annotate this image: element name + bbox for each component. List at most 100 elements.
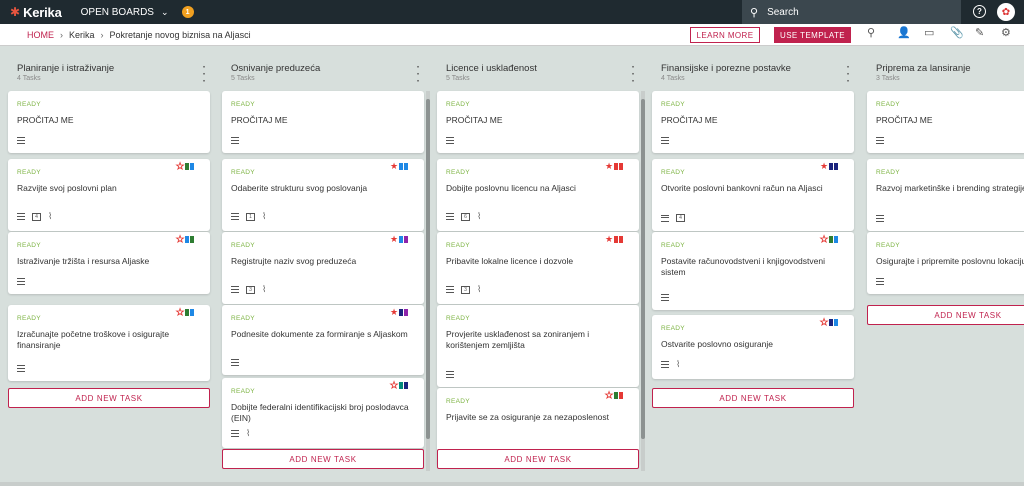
card-icons: 6 ⌇ xyxy=(446,211,481,222)
column-title[interactable]: Osnivanje preduzeća xyxy=(231,54,424,74)
star-icon[interactable]: ★ xyxy=(176,234,185,244)
task-card[interactable]: ★ READY Dobijte federalni identifikacijs… xyxy=(222,378,424,448)
star-icon[interactable]: ★ xyxy=(820,162,828,171)
breadcrumb-home[interactable]: HOME xyxy=(27,30,54,40)
search-board-icon[interactable]: ⚲ xyxy=(867,28,875,39)
description-icon xyxy=(876,215,884,222)
breadcrumb-account[interactable]: Kerika xyxy=(69,30,95,40)
task-title[interactable]: Dobijte poslovnu licencu na Aljasci xyxy=(446,183,629,194)
help-icon[interactable]: ? xyxy=(973,5,986,18)
task-card[interactable]: READY Osigurajte i pripremite poslovnu l… xyxy=(867,232,1024,294)
notification-badge[interactable]: 1 xyxy=(181,6,194,18)
task-title[interactable]: Podnesite dokumente za formiranje s Alja… xyxy=(231,329,414,340)
task-card[interactable]: READY PROČITAJ ME xyxy=(652,91,854,153)
task-title[interactable]: Ostvarite poslovno osiguranje xyxy=(661,339,844,350)
tools-icon[interactable]: ✎ xyxy=(975,28,984,39)
kerika-logo[interactable]: ✱ Kerika xyxy=(10,5,62,20)
add-new-task-button[interactable]: ADD NEW TASK xyxy=(867,305,1024,325)
task-title[interactable]: PROČITAJ ME xyxy=(446,115,629,126)
card-icons xyxy=(876,137,884,144)
chat-icon[interactable]: ▭ xyxy=(924,28,934,39)
column-title[interactable]: Planiranje i istraživanje xyxy=(17,54,210,74)
task-title[interactable]: PROČITAJ ME xyxy=(876,115,1024,126)
task-card[interactable]: READY PROČITAJ ME xyxy=(437,91,639,153)
task-card[interactable]: ★ READY Odaberite strukturu svog poslova… xyxy=(222,159,424,231)
task-card[interactable]: READY PROČITAJ ME xyxy=(8,91,210,153)
task-title[interactable]: Razvijte svoj poslovni plan xyxy=(17,183,200,194)
column-menu-icon[interactable]: · · · xyxy=(203,63,206,87)
task-card[interactable]: ★ READY Dobijte poslovnu licencu na Alja… xyxy=(437,159,639,231)
add-new-task-button[interactable]: ADD NEW TASK xyxy=(437,449,639,469)
add-new-task-button[interactable]: ADD NEW TASK xyxy=(8,388,210,408)
task-card[interactable]: ★ READY Registrujte naziv svog preduzeća… xyxy=(222,232,424,304)
task-title[interactable]: PROČITAJ ME xyxy=(17,115,200,126)
checklist-icon: 4 xyxy=(32,212,41,221)
star-icon[interactable]: ★ xyxy=(605,390,614,400)
task-card[interactable]: ★ READY Razvijte svoj poslovni plan 4 ⌇ xyxy=(8,159,210,231)
column-title[interactable]: Priprema za lansiranje xyxy=(876,54,1024,74)
task-title[interactable]: Odaberite strukturu svog poslovanja xyxy=(231,183,414,194)
scrollbar-thumb[interactable] xyxy=(641,99,645,439)
star-icon[interactable]: ★ xyxy=(390,308,398,317)
task-title[interactable]: Pribavite lokalne licence i dozvole xyxy=(446,256,629,267)
task-card[interactable]: ★ READY Podnesite dokumente za formiranj… xyxy=(222,305,424,375)
star-icon[interactable]: ★ xyxy=(390,235,398,244)
status-badge: READY xyxy=(231,169,255,176)
task-title[interactable]: PROČITAJ ME xyxy=(231,115,414,126)
add-new-task-button[interactable]: ADD NEW TASK xyxy=(222,449,424,469)
task-card[interactable]: ★ READY Izračunajte početne troškove i o… xyxy=(8,305,210,381)
star-icon[interactable]: ★ xyxy=(605,162,613,171)
task-title[interactable]: Postavite računovodstveni i knjigovodstv… xyxy=(661,256,844,278)
column-scrollbar[interactable] xyxy=(426,91,430,471)
gear-icon[interactable]: ⚙ xyxy=(1001,28,1011,39)
attachment-icon[interactable]: 📎 xyxy=(950,28,964,39)
column-scrollbar[interactable] xyxy=(641,91,645,471)
star-icon[interactable]: ★ xyxy=(390,380,399,390)
task-title[interactable]: Dobijte federalni identifikacijski broj … xyxy=(231,402,414,424)
task-card[interactable]: ★ READY Postavite računovodstveni i knji… xyxy=(652,232,854,310)
task-card[interactable]: READY PROČITAJ ME xyxy=(867,91,1024,153)
open-boards-menu[interactable]: OPEN BOARDS ⌄ xyxy=(81,7,169,18)
add-person-icon[interactable]: 👤 xyxy=(897,28,911,39)
horizontal-scrollbar[interactable] xyxy=(0,482,1024,486)
star-icon[interactable]: ★ xyxy=(820,317,829,327)
task-title[interactable]: Izračunajte početne troškove i osigurajt… xyxy=(17,329,200,351)
task-title[interactable]: Istraživanje tržišta i resursa Aljaske xyxy=(17,256,200,267)
task-card[interactable]: READY PROČITAJ ME xyxy=(222,91,424,153)
card-icons: ⌇ xyxy=(661,359,680,370)
star-icon[interactable]: ★ xyxy=(176,161,185,171)
task-card[interactable]: ★ READY Pribavite lokalne licence i dozv… xyxy=(437,232,639,304)
task-title[interactable]: Razvoj marketinške i brending strategije xyxy=(876,183,1024,194)
scrollbar-thumb[interactable] xyxy=(426,99,430,439)
use-template-button[interactable]: USE TEMPLATE xyxy=(774,27,851,43)
task-title[interactable]: Provjerite usklađenost sa zoniranjem i k… xyxy=(446,329,629,351)
card-flags: ★ xyxy=(176,161,195,172)
task-title[interactable]: Osigurajte i pripremite poslovnu lokacij… xyxy=(876,256,1024,267)
column-title[interactable]: Licence i usklađenost xyxy=(446,54,639,74)
star-icon[interactable]: ★ xyxy=(390,162,398,171)
task-card[interactable]: ★ READY Istraživanje tržišta i resursa A… xyxy=(8,232,210,294)
column-title[interactable]: Finansijske i porezne postavke xyxy=(661,54,854,74)
task-card[interactable]: ★ READY Ostvarite poslovno osiguranje ⌇ xyxy=(652,315,854,379)
bookmark-icon xyxy=(614,163,619,172)
card-flags: ★ xyxy=(176,307,195,318)
column-menu-icon[interactable]: · · · xyxy=(632,63,635,87)
task-title[interactable]: Otvorite poslovni bankovni račun na Alja… xyxy=(661,183,844,194)
task-card[interactable]: READY Provjerite usklađenost sa zoniranj… xyxy=(437,305,639,387)
avatar[interactable]: ✿ xyxy=(997,3,1015,21)
star-icon[interactable]: ★ xyxy=(176,307,185,317)
task-title[interactable]: PROČITAJ ME xyxy=(661,115,844,126)
task-card[interactable]: ★ READY Otvorite poslovni bankovni račun… xyxy=(652,159,854,231)
star-icon[interactable]: ★ xyxy=(605,235,613,244)
task-title[interactable]: Registrujte naziv svog preduzeća xyxy=(231,256,414,267)
add-new-task-button[interactable]: ADD NEW TASK xyxy=(652,388,854,408)
learn-more-button[interactable]: LEARN MORE xyxy=(690,27,760,43)
star-icon[interactable]: ★ xyxy=(820,234,829,244)
column-menu-icon[interactable]: · · · xyxy=(417,63,420,87)
task-title[interactable]: Prijavite se za osiguranje za nezaposlen… xyxy=(446,412,629,423)
column-menu-icon[interactable]: · · · xyxy=(847,63,850,87)
task-card[interactable]: READY Razvoj marketinške i brending stra… xyxy=(867,159,1024,231)
column: Licence i usklađenost 5 Tasks · · · READY … xyxy=(437,54,645,474)
search-input[interactable]: ⚲ Search xyxy=(742,0,961,24)
status-badge: READY xyxy=(446,398,470,405)
